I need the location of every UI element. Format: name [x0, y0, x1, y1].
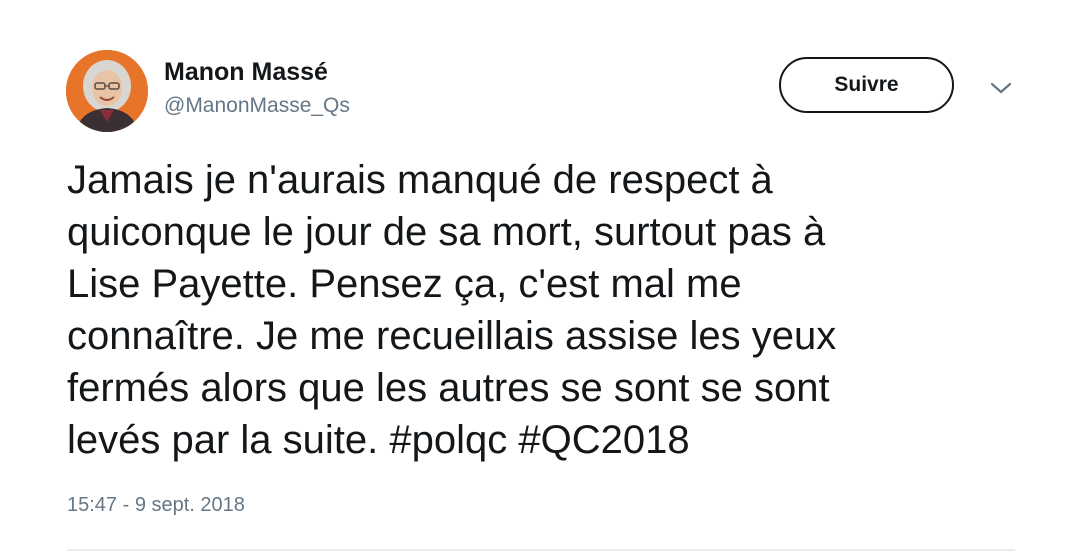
- follow-button[interactable]: Suivre: [779, 57, 954, 113]
- chevron-down-icon[interactable]: [988, 78, 1014, 98]
- tweet-text: Jamais je n'aurais manqué de respect à q…: [67, 158, 837, 462]
- avatar[interactable]: [66, 50, 148, 132]
- user-handle[interactable]: @ManonMasse_Qs: [164, 93, 350, 119]
- tweet-timestamp[interactable]: 15:47 - 9 sept. 2018: [67, 492, 245, 518]
- divider: [67, 549, 1015, 551]
- avatar-image: [66, 50, 148, 132]
- tweet-card: Manon Massé @ManonMasse_Qs Suivre Jamais…: [0, 0, 1072, 552]
- display-name[interactable]: Manon Massé: [164, 57, 328, 87]
